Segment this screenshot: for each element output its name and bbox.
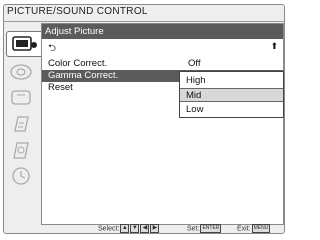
option-low[interactable]: Low: [180, 103, 283, 117]
menu-key-icon: MENU: [251, 224, 271, 233]
panel-header: Adjust Picture: [42, 24, 283, 39]
gamma-options-dropdown[interactable]: High Mid Low: [179, 71, 284, 118]
picture-control-icon[interactable]: [6, 31, 44, 57]
select-label: Select:: [98, 225, 120, 233]
exit-hint: Exit: MENU: [237, 224, 271, 233]
title-divider: [3, 21, 285, 22]
menu-row-color-correct[interactable]: Color Correct. Off: [42, 58, 283, 70]
select-hint: Select: ▲ ▼ ◀ ▶: [98, 224, 160, 233]
option-high[interactable]: High: [180, 74, 283, 88]
left-arrow-key-icon: ◀: [140, 224, 150, 233]
exit-label: Exit:: [237, 225, 251, 233]
row-value: Off: [188, 58, 201, 69]
sound-control-icon[interactable]: [8, 61, 36, 83]
back-icon[interactable]: ⮌: [48, 41, 56, 58]
scroll-up-icon[interactable]: ⬆: [270, 41, 278, 52]
set-label: Set:: [187, 225, 200, 233]
row-label: Gamma Correct.: [48, 70, 119, 81]
up-arrow-key-icon: ▲: [120, 224, 130, 233]
timer-icon[interactable]: [8, 165, 36, 187]
enter-key-icon: ENTER: [200, 224, 222, 233]
footer-hints: Select: ▲ ▼ ◀ ▶ Set: ENTER Exit: MENU: [41, 224, 284, 235]
right-arrow-key-icon: ▶: [150, 224, 160, 233]
row-label: Color Correct.: [48, 58, 108, 69]
row-label: Reset: [48, 82, 73, 93]
display-setting-icon[interactable]: [8, 87, 36, 109]
option-mid[interactable]: Mid: [180, 88, 283, 102]
setup-icon[interactable]: [8, 113, 36, 135]
down-arrow-key-icon: ▼: [130, 224, 140, 233]
security-icon[interactable]: [8, 139, 36, 161]
window-title: PICTURE/SOUND CONTROL: [7, 6, 148, 17]
adjust-picture-panel: Adjust Picture ⮌ ⬆ Color Correct. Off Ga…: [41, 23, 284, 225]
sidebar: [4, 23, 44, 224]
set-hint: Set: ENTER: [187, 224, 222, 233]
